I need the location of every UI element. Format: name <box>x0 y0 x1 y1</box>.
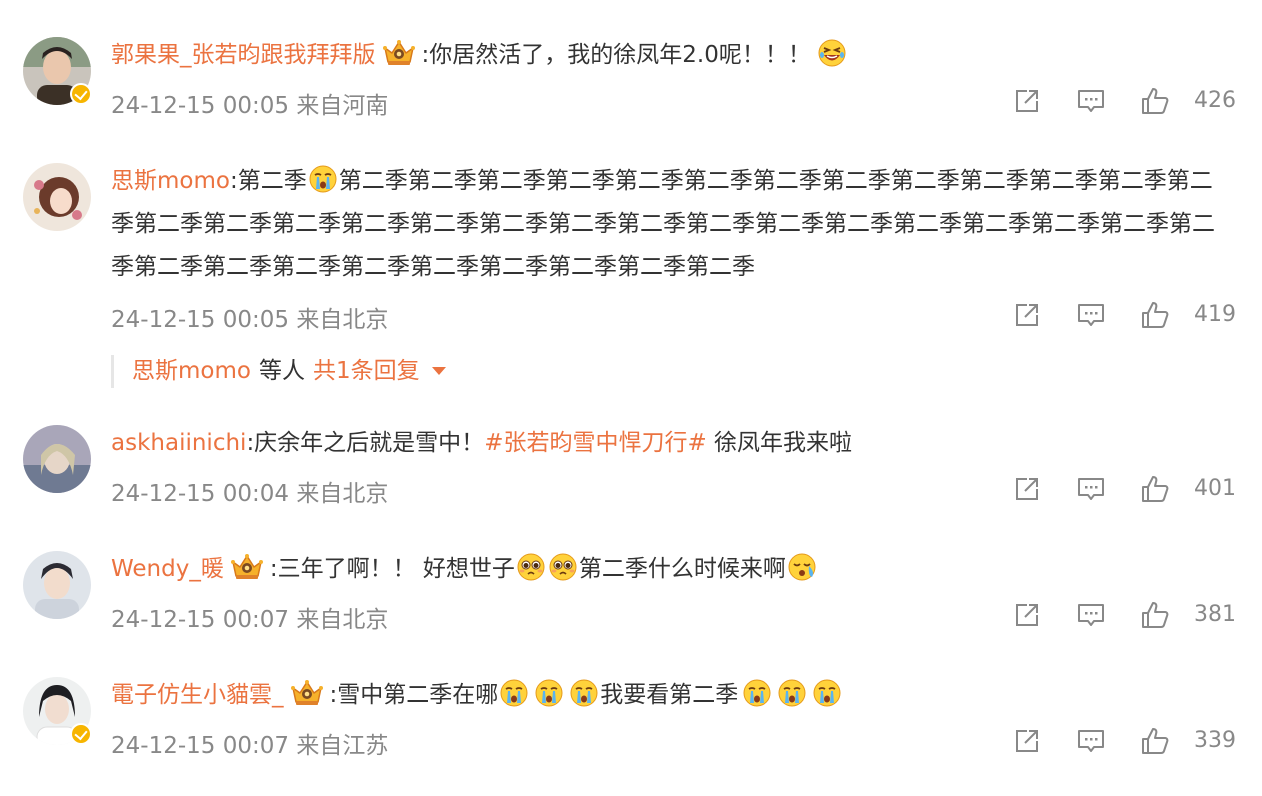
like-count: 419 <box>1194 302 1236 327</box>
comment-text: :庆余年之后就是雪中！ <box>246 430 485 456</box>
comment-location: 来自河南 <box>296 93 389 119</box>
reply-count-link[interactable]: 共1条回复 <box>313 358 420 384</box>
comment-text: :雪中第二季在哪 <box>329 682 499 708</box>
crying-emoji <box>308 164 338 194</box>
crying-emoji <box>569 678 599 708</box>
comment-location: 来自北京 <box>296 481 389 507</box>
comment-time: 24-12-15 00:07 <box>111 733 289 759</box>
comment-location: 来自江苏 <box>296 733 389 759</box>
comment-actions: 419 <box>1012 300 1236 330</box>
comment-content: 思斯momo:第二季 第二季第二季第二季第二季第二季第二季第二季第二季第二季第二季… <box>111 160 1221 289</box>
comment-meta: 24-12-15 00:04 来自北京 <box>111 474 388 508</box>
triangle-down-icon[interactable] <box>431 367 446 375</box>
topic-hashtag-link[interactable]: #张若昀雪中悍刀行# <box>484 430 707 456</box>
share-icon[interactable] <box>1012 474 1042 504</box>
crying-emoji <box>534 678 564 708</box>
comment-text: 我要看第二季 <box>600 682 739 708</box>
like-icon[interactable] <box>1140 474 1170 504</box>
crying-emoji <box>742 678 772 708</box>
like-icon[interactable] <box>1140 726 1170 756</box>
crown-badge-icon <box>382 39 416 67</box>
share-icon[interactable] <box>1012 86 1042 116</box>
comment-icon[interactable] <box>1076 726 1106 756</box>
comment-text: 第二季什么时候来啊 <box>578 556 786 582</box>
username-link[interactable]: Wendy_暖 <box>111 556 224 582</box>
comment-meta: 24-12-15 00:07 来自北京 <box>111 600 388 634</box>
username-link[interactable]: askhaiinichi <box>111 430 246 456</box>
comment-time: 24-12-15 00:07 <box>111 607 289 633</box>
comment-time: 24-12-15 00:04 <box>111 481 289 507</box>
comment-actions: 401 <box>1012 474 1236 504</box>
comment-location: 来自北京 <box>296 607 389 633</box>
comment-time: 24-12-15 00:05 <box>111 307 289 333</box>
reply-user-link[interactable]: 思斯momo <box>132 358 251 384</box>
like-count: 426 <box>1194 88 1236 113</box>
laugh-cry-emoji <box>817 38 847 68</box>
like-count: 339 <box>1194 728 1236 753</box>
share-icon[interactable] <box>1012 300 1042 330</box>
crying-emoji <box>499 678 529 708</box>
like-count: 381 <box>1194 602 1236 627</box>
crown-badge-icon <box>290 679 324 707</box>
comment-text: :第二季 <box>229 168 307 194</box>
comment-icon[interactable] <box>1076 86 1106 116</box>
comment-actions: 426 <box>1012 86 1236 116</box>
username-link[interactable]: 電子仿生小貓雲_ <box>111 682 284 708</box>
comment-content: 郭果果_张若昀跟我拜拜版 :你居然活了，我的徐凤年2.0呢！！！ <box>111 34 1221 77</box>
comment-content: askhaiinichi:庆余年之后就是雪中！#张若昀雪中悍刀行# 徐凤年我来啦 <box>111 422 1221 465</box>
comment-icon[interactable] <box>1076 300 1106 330</box>
comment-location: 来自北京 <box>296 307 389 333</box>
verified-badge-icon <box>70 83 92 105</box>
like-icon[interactable] <box>1140 600 1170 630</box>
comment-meta: 24-12-15 00:07 来自江苏 <box>111 726 388 760</box>
share-icon[interactable] <box>1012 600 1042 630</box>
avatar[interactable] <box>23 551 91 619</box>
avatar[interactable] <box>23 163 91 231</box>
avatar[interactable] <box>23 425 91 493</box>
like-icon[interactable] <box>1140 86 1170 116</box>
crying-emoji <box>812 678 842 708</box>
comment-text: :三年了啊！！ 好想世子 <box>269 556 515 582</box>
comment-icon[interactable] <box>1076 600 1106 630</box>
verified-badge-icon <box>70 723 92 745</box>
pleading-emoji <box>516 552 546 582</box>
sob-emoji <box>787 552 817 582</box>
reply-summary[interactable]: 思斯momo 等人 共1条回复 <box>111 355 446 388</box>
comment-content: 電子仿生小貓雲_ :雪中第二季在哪 我要看第二季 <box>111 674 1221 717</box>
comment-content: Wendy_暖 :三年了啊！！ 好想世子 第二季什么时候来啊 <box>111 548 1221 591</box>
like-icon[interactable] <box>1140 300 1170 330</box>
comment-meta: 24-12-15 00:05 来自北京 <box>111 300 388 334</box>
comment-icon[interactable] <box>1076 474 1106 504</box>
crying-emoji <box>777 678 807 708</box>
username-link[interactable]: 郭果果_张若昀跟我拜拜版 <box>111 42 376 68</box>
reply-others-text: 等人 <box>258 358 305 384</box>
username-link[interactable]: 思斯momo <box>111 168 230 194</box>
like-count: 401 <box>1194 476 1236 501</box>
comment-actions: 339 <box>1012 726 1236 756</box>
crown-badge-icon <box>230 553 264 581</box>
pleading-emoji <box>548 552 578 582</box>
comment-actions: 381 <box>1012 600 1236 630</box>
comment-meta: 24-12-15 00:05 来自河南 <box>111 86 388 120</box>
comment-text: :你居然活了，我的徐凤年2.0呢！！！ <box>421 42 811 68</box>
comment-text: 徐凤年我来啦 <box>706 430 853 456</box>
comment-time: 24-12-15 00:05 <box>111 93 289 119</box>
share-icon[interactable] <box>1012 726 1042 756</box>
